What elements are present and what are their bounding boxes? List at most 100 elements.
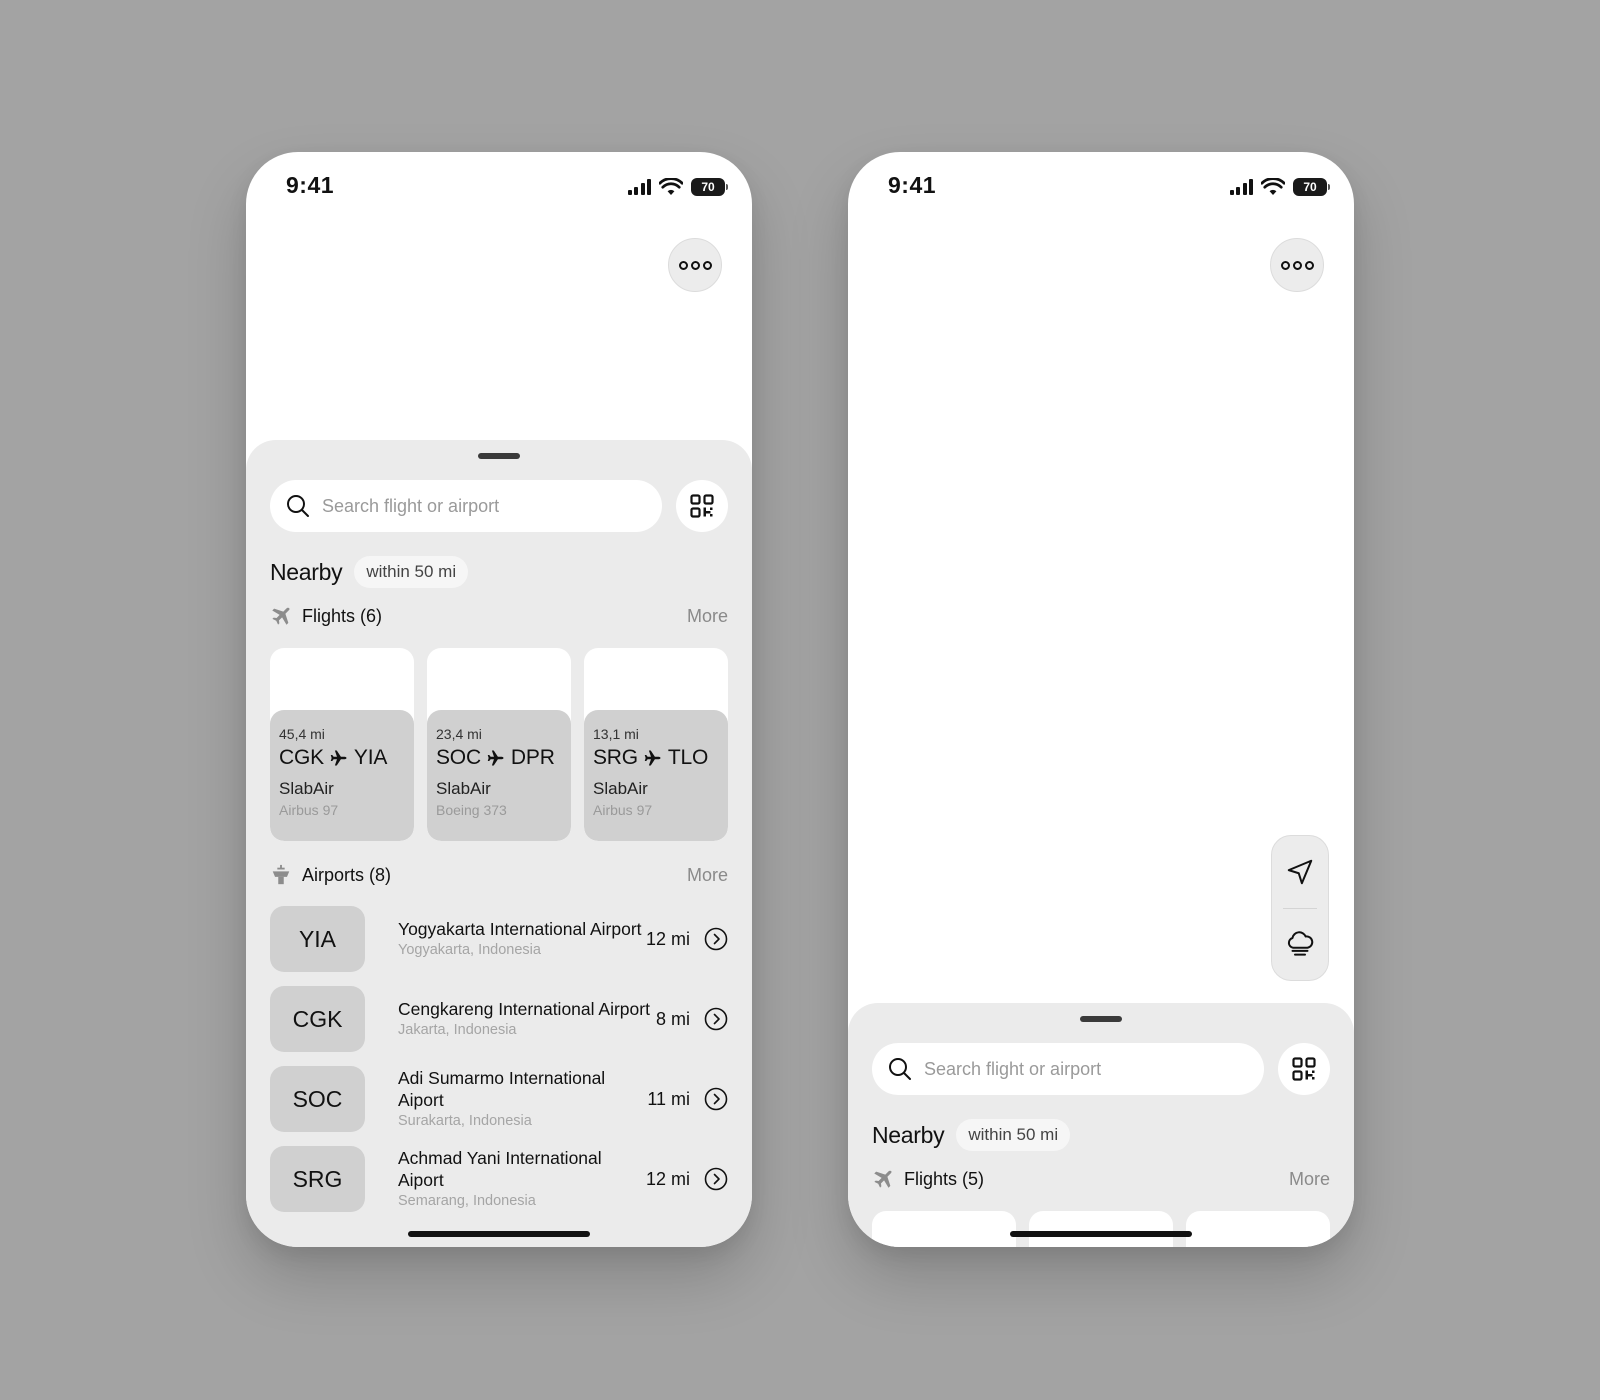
status-bar: 9:41 70 <box>848 152 1354 222</box>
battery-level: 70 <box>1293 178 1327 196</box>
airport-location: Yogyakarta, Indonesia <box>398 942 541 958</box>
home-indicator <box>1010 1231 1192 1237</box>
flight-card[interactable] <box>872 1211 1016 1247</box>
airport-list-item[interactable]: CGK Cengkareng International Airport Jak… <box>270 979 728 1059</box>
airport-code-badge: CGK <box>270 986 365 1052</box>
airport-name: Cengkareng International Airport <box>398 999 650 1019</box>
airport-code-badge: YIA <box>270 906 365 972</box>
flight-card[interactable]: 23,4 mi SOC DPR SlabAir Boeing 373 <box>427 648 571 841</box>
sheet-grabber-handle[interactable] <box>478 453 520 459</box>
airports-section-title: Airports (8) <box>302 864 392 885</box>
location-arrow-icon <box>1287 859 1313 884</box>
flight-distance: 23,4 mi <box>436 726 482 742</box>
status-time: 9:41 <box>888 172 937 198</box>
phone-screen-expanded-sheet: 9:41 70 Search flight or airport Nearby … <box>246 152 752 1247</box>
chevron-right-circle-icon[interactable] <box>704 1167 728 1191</box>
flight-destination: DPR <box>510 746 555 769</box>
qr-scan-button[interactable] <box>1278 1043 1330 1095</box>
airplane-icon <box>874 1170 892 1188</box>
flight-card[interactable] <box>1186 1211 1330 1247</box>
flight-airline: SlabAir <box>593 779 648 798</box>
chevron-right-circle-icon[interactable] <box>704 1087 728 1111</box>
qr-code-icon <box>690 494 714 518</box>
search-row <box>872 1043 1330 1095</box>
flight-card[interactable]: 45,4 mi CGK YIA SlabAir Airbus 97 <box>270 648 414 841</box>
battery-level: 70 <box>691 178 725 196</box>
airport-distance: 8 mi <box>655 1008 690 1029</box>
search-field[interactable] <box>872 1043 1264 1095</box>
airport-location: Semarang, Indonesia <box>398 1193 536 1209</box>
nearby-title: Nearby <box>872 1121 945 1148</box>
battery-indicator: 70 <box>1293 178 1330 196</box>
flight-distance: 45,4 mi <box>279 726 325 742</box>
radius-filter-chip[interactable]: within 50 mi <box>354 556 469 588</box>
radius-filter-chip[interactable]: within 50 mi <box>956 1119 1071 1151</box>
flight-distance: 13,1 mi <box>593 726 639 742</box>
qr-scan-button[interactable] <box>676 480 728 532</box>
flight-aircraft: Boeing 373 <box>436 802 507 818</box>
search-input[interactable] <box>924 1058 1248 1080</box>
airport-location: Surakarta, Indonesia <box>398 1113 532 1129</box>
flight-origin: SRG <box>593 746 638 769</box>
flights-more-link[interactable]: More <box>687 606 728 627</box>
wifi-icon <box>1261 178 1285 195</box>
flight-destination: YIA <box>353 746 388 769</box>
status-bar: 9:41 70 <box>246 152 752 222</box>
flight-airline: SlabAir <box>436 779 491 798</box>
flight-origin: SOC <box>436 746 481 769</box>
airport-distance: 12 mi <box>645 1168 690 1189</box>
flight-cards-list <box>872 1211 1330 1247</box>
flight-airline: SlabAir <box>279 779 334 798</box>
control-tower-icon <box>272 864 290 885</box>
qr-code-icon <box>1292 1057 1316 1081</box>
airports-more-link[interactable]: More <box>687 865 728 886</box>
flights-more-link[interactable]: More <box>1289 1169 1330 1190</box>
plane-arrow-icon <box>487 750 504 766</box>
airport-name: Yogyakarta International Airport <box>398 919 642 939</box>
flights-section-header: Flights (6) More <box>270 602 728 630</box>
home-indicator <box>408 1231 590 1237</box>
airports-section-header: Airports (8) More <box>270 861 728 889</box>
status-icons: 70 <box>627 178 728 196</box>
search-input[interactable] <box>322 495 646 517</box>
flight-card[interactable]: 13,1 mi SRG TLO SlabAir Airbus 97 <box>584 648 728 841</box>
bottom-sheet: Nearby within 50 mi Flights (5) More <box>848 1003 1354 1247</box>
flight-aircraft: Airbus 97 <box>593 802 653 818</box>
search-field[interactable] <box>270 480 662 532</box>
flights-section-title: Flights (5) <box>904 1168 985 1189</box>
status-icons: 70 <box>1229 178 1330 196</box>
nearby-header: Nearby within 50 mi <box>872 1119 1330 1151</box>
flight-route: SOC DPR <box>436 746 562 770</box>
cellular-signal-icon <box>627 179 651 195</box>
weather-layer-button[interactable] <box>1272 909 1328 981</box>
plane-arrow-icon <box>644 750 661 766</box>
more-options-button[interactable] <box>1270 238 1324 292</box>
nearby-header: Nearby within 50 mi <box>270 556 728 588</box>
status-time: 9:41 <box>286 172 335 198</box>
nearby-title: Nearby <box>270 558 343 585</box>
flights-section-title: Flights (6) <box>302 605 383 626</box>
flights-section-header: Flights (5) More <box>872 1165 1330 1193</box>
sheet-grabber-handle[interactable] <box>1080 1016 1122 1022</box>
search-row <box>270 480 728 532</box>
airport-name: Achmad Yani International Aiport <box>398 1148 602 1190</box>
flight-origin: CGK <box>279 746 324 769</box>
airport-list-item[interactable]: YIA Yogyakarta International Airport Yog… <box>270 899 728 979</box>
current-location-button[interactable] <box>1272 836 1328 908</box>
airport-code-badge: SRG <box>270 1146 365 1212</box>
airport-list-item[interactable]: SOC Adi Sumarmo International Aiport Sur… <box>270 1059 728 1139</box>
more-options-button[interactable] <box>668 238 722 292</box>
phone-screen-collapsed-sheet: 9:41 70 Search flight or airport Nearby … <box>848 152 1354 1247</box>
airport-name: Adi Sumarmo International Aiport <box>398 1068 606 1110</box>
flight-aircraft: Airbus 97 <box>279 802 339 818</box>
chevron-right-circle-icon[interactable] <box>704 1007 728 1031</box>
flight-card[interactable] <box>1029 1211 1173 1247</box>
wifi-icon <box>659 178 683 195</box>
chevron-right-circle-icon[interactable] <box>704 927 728 951</box>
search-icon <box>287 495 309 517</box>
bottom-sheet: Nearby within 50 mi Flights (6) More 45,… <box>246 440 752 1247</box>
ellipsis-circles-icon <box>678 260 688 270</box>
airport-list-item[interactable]: SRG Achmad Yani International Aiport Sem… <box>270 1139 728 1219</box>
flight-route: SRG TLO <box>593 746 719 770</box>
flight-route: CGK YIA <box>279 746 405 770</box>
